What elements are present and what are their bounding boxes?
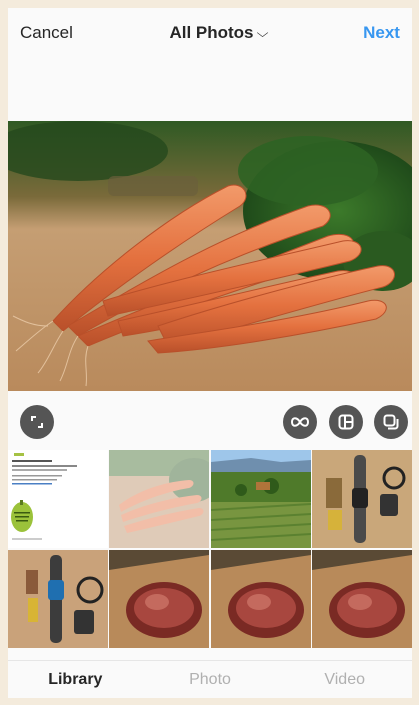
thumb-newsletter[interactable] bbox=[8, 450, 108, 548]
photo-grid bbox=[8, 450, 412, 660]
thumb-steak-3[interactable] bbox=[311, 550, 412, 648]
album-title: All Photos bbox=[169, 23, 254, 42]
bottom-tabs: Library Photo Video bbox=[8, 660, 412, 698]
expand-icon bbox=[31, 416, 43, 428]
next-button[interactable]: Next bbox=[363, 23, 400, 43]
album-picker[interactable]: All Photos ⌵ bbox=[169, 23, 268, 43]
layout-button[interactable] bbox=[329, 405, 363, 439]
photo-preview[interactable] bbox=[8, 121, 412, 391]
thumb-steak-2[interactable] bbox=[210, 550, 311, 648]
multi-select-button[interactable] bbox=[374, 405, 408, 439]
tab-library[interactable]: Library bbox=[8, 671, 143, 689]
tab-photo[interactable]: Photo bbox=[143, 671, 278, 689]
boomerang-button[interactable] bbox=[283, 405, 317, 439]
multi-select-icon bbox=[383, 414, 399, 430]
carrots-image bbox=[8, 121, 412, 391]
cancel-button[interactable]: Cancel bbox=[20, 23, 73, 43]
tab-video[interactable]: Video bbox=[277, 671, 412, 689]
thumb-steak-1[interactable] bbox=[109, 550, 210, 648]
expand-button[interactable] bbox=[20, 405, 54, 439]
thumb-watch-2[interactable] bbox=[8, 550, 108, 648]
header-bar: Cancel All Photos ⌵ Next bbox=[8, 8, 412, 58]
thumb-carrots[interactable] bbox=[109, 450, 210, 548]
chevron-down-icon: ⌵ bbox=[256, 25, 268, 40]
phone-screen: Cancel All Photos ⌵ Next Library Photo V… bbox=[8, 8, 412, 698]
thumb-vineyard[interactable] bbox=[210, 450, 311, 548]
boomerang-icon bbox=[290, 417, 310, 427]
layout-icon bbox=[338, 414, 354, 430]
thumb-watch-1[interactable] bbox=[311, 450, 412, 548]
